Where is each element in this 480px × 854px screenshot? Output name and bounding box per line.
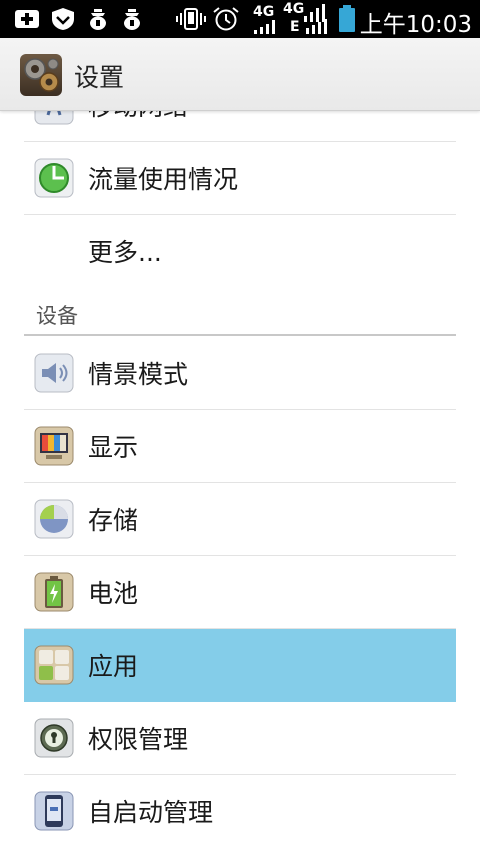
data-usage-icon [34, 158, 74, 198]
action-bar: 设置 [0, 38, 480, 111]
display-icon [34, 426, 74, 466]
signal-icon [304, 4, 327, 34]
list-item-apps[interactable]: 应用 [24, 629, 456, 702]
list-item-more[interactable]: 更多... [24, 215, 456, 288]
list-item-label: 显示 [88, 433, 139, 462]
vibrate-icon [176, 8, 206, 30]
speaker-icon [34, 353, 74, 393]
page-title: 设置 [74, 63, 125, 92]
list-item-label: 存储 [88, 506, 139, 535]
battery-icon [339, 5, 355, 32]
list-item-label: 权限管理 [88, 725, 189, 754]
signal-icon [254, 20, 275, 34]
list-item-label: 流量使用情况 [88, 165, 239, 194]
settings-list: 移动网络 流量使用情况 更多... 设备 情景模式 [0, 110, 480, 854]
list-item-permissions[interactable]: 权限管理 [24, 702, 456, 775]
settings-gear-icon[interactable] [20, 54, 62, 96]
list-item-label: 应用 [88, 652, 139, 681]
list-item-data-usage[interactable]: 流量使用情况 [24, 142, 456, 215]
status-time: 上午10:03 [359, 12, 472, 38]
list-item-label: 自启动管理 [88, 798, 214, 827]
list-item-storage[interactable]: 存储 [24, 483, 456, 556]
section-title: 设备 [36, 304, 78, 328]
network-sub-label: E [290, 19, 300, 35]
list-item-battery[interactable]: 电池 [24, 556, 456, 629]
list-item-mobile-network[interactable]: 移动网络 [24, 110, 456, 142]
alarm-icon [213, 7, 239, 31]
section-header-device: 设备 [24, 292, 456, 336]
autostart-icon [34, 791, 74, 831]
storage-icon [34, 499, 74, 539]
list-item-autostart[interactable]: 自启动管理 [24, 775, 456, 848]
network-type-label: 4G [283, 1, 305, 17]
section-divider [24, 334, 456, 336]
list-item-display[interactable]: 显示 [24, 410, 456, 483]
shield-icon [52, 8, 74, 30]
list-item-label: 更多... [88, 238, 162, 267]
download-icon [124, 9, 140, 30]
list-item-label: 情景模式 [88, 360, 189, 389]
battery-icon [34, 572, 74, 612]
list-item-sound-profile[interactable]: 情景模式 [24, 337, 456, 410]
list-item-label: 电池 [88, 579, 139, 608]
network-type-label: 4G [253, 4, 275, 20]
add-notification-icon [15, 10, 39, 28]
mobile-network-icon [34, 110, 74, 125]
list-item-label: 移动网络 [88, 110, 188, 123]
status-bar: 4G 4G E 上午10:03 [0, 0, 480, 38]
apps-icon [34, 645, 74, 685]
permission-lock-icon [34, 718, 74, 758]
download-icon [90, 9, 106, 30]
